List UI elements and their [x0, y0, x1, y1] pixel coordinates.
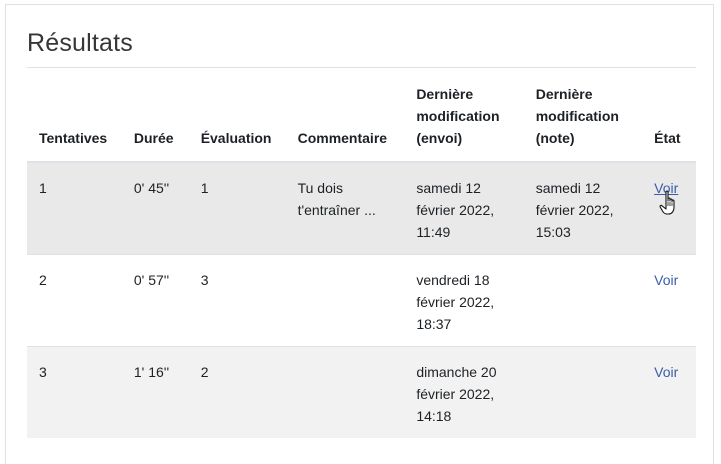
header-line: modification [535, 108, 619, 124]
header-last-modified-submission: Dernière modification (envoi) [404, 75, 524, 163]
view-attempt-link[interactable]: Voir [654, 364, 678, 380]
date-line: février 2022, [535, 202, 614, 218]
table-row: 1 0' 45'' 1 Tu dois t'entraîner ... samed… [27, 161, 696, 255]
cell-comment [285, 346, 405, 438]
header-last-modified-grade: Dernière modification (note) [523, 75, 643, 163]
cell-comment [285, 254, 405, 347]
date-line: 15:03 [535, 224, 571, 240]
cell-duration: 0' 57'' [121, 254, 189, 347]
table-row: 3 1' 16'' 2 dimanche 20 février 2022, 14:1… [27, 346, 696, 438]
header-status: État [642, 75, 696, 163]
date-line: 11:49 [416, 224, 451, 240]
date-line: février 2022, [416, 294, 495, 310]
cell-duration: 1' 16'' [121, 346, 189, 438]
header-line: Dernière [535, 86, 593, 102]
cell-grade: 3 [188, 254, 286, 347]
table-row: 2 0' 57'' 3 vendredi 18 février 2022, 18:3… [27, 254, 696, 347]
date-line: février 2022, [416, 386, 495, 402]
section-title: Résultats [27, 29, 134, 57]
header-line: Dernière [416, 86, 474, 102]
header-line: modification [416, 108, 500, 124]
cell-grade: 2 [188, 346, 286, 438]
date-line: vendredi 18 [416, 272, 490, 288]
cell-status: Voir [642, 346, 696, 438]
cell-attempt: 1 [27, 161, 122, 255]
date-line: samedi 12 [416, 180, 481, 196]
cell-submission-date: samedi 12 février 2022, 11:49 [404, 161, 524, 255]
cell-status: Voir [642, 254, 696, 347]
cell-duration: 0' 45'' [121, 161, 189, 255]
cell-graded-date [523, 254, 643, 347]
results-panel: Résultats Tentatives Durée Évaluation Co… [5, 4, 714, 464]
cell-submission-date: dimanche 20 février 2022, 14:18 [404, 346, 524, 438]
cell-attempt: 2 [27, 254, 122, 347]
header-duration: Durée [121, 75, 189, 163]
cell-graded-date [523, 346, 643, 438]
comment-line: Tu dois [297, 180, 343, 196]
table-header-row: Tentatives Durée Évaluation Commentaire … [27, 75, 696, 163]
header-line: (note) [535, 130, 575, 146]
date-line: février 2022, [416, 202, 495, 218]
cell-graded-date: samedi 12 février 2022, 15:03 [523, 161, 643, 255]
cell-comment: Tu dois t'entraîner ... [285, 161, 405, 255]
results-table: Tentatives Durée Évaluation Commentaire … [27, 75, 696, 438]
cell-attempt: 3 [27, 346, 122, 438]
view-attempt-link[interactable]: Voir [654, 272, 678, 288]
hand-pointer-cursor-icon [659, 190, 675, 215]
date-line: samedi 12 [535, 180, 601, 196]
cell-submission-date: vendredi 18 février 2022, 18:37 [404, 254, 524, 347]
date-line: 14:18 [416, 408, 452, 424]
comment-line: t'entraîner ... [297, 202, 376, 218]
header-line: (envoi) [416, 130, 463, 146]
header-grade: Évaluation [188, 75, 286, 163]
cell-grade: 1 [188, 161, 286, 255]
date-line: dimanche 20 [416, 364, 497, 380]
date-line: 18:37 [416, 316, 452, 332]
header-comment: Commentaire [285, 75, 405, 163]
title-divider [27, 67, 696, 68]
header-attempts: Tentatives [27, 75, 122, 163]
